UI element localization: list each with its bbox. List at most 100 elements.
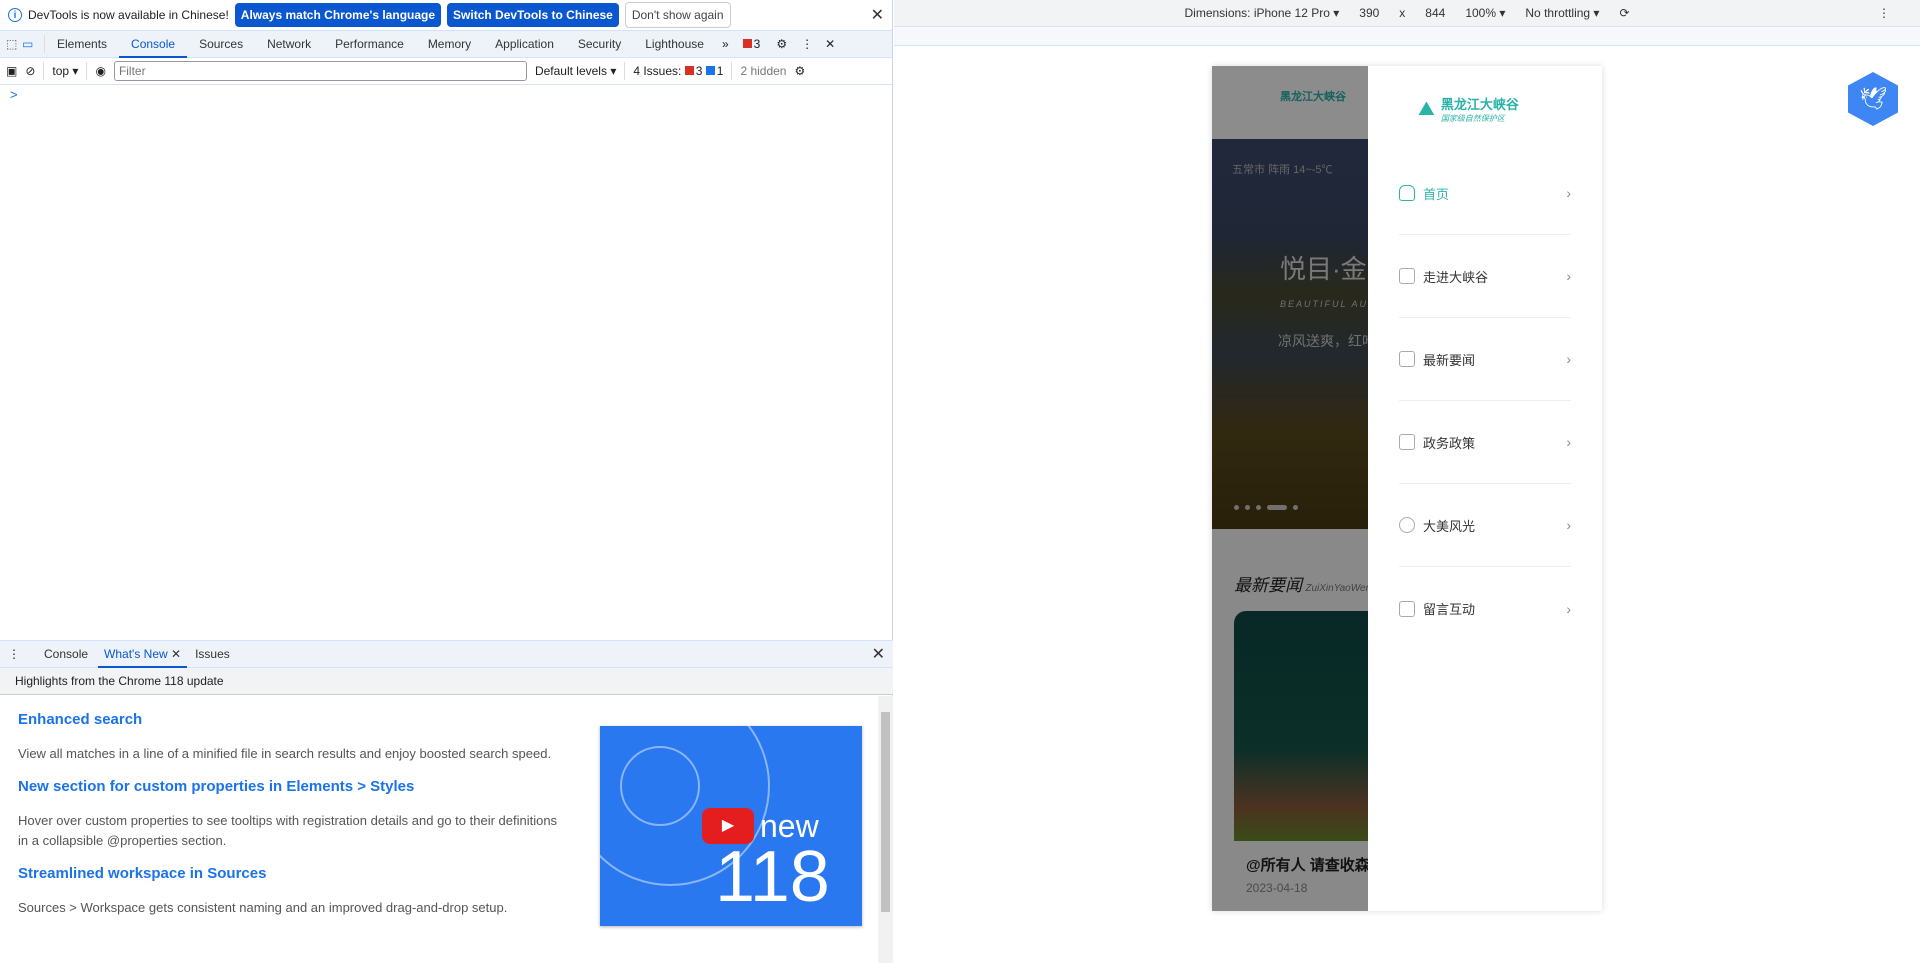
menu-label: 留言互动 xyxy=(1423,602,1476,617)
devtools-tabs: ⬚ ▭ Elements Console Sources Network Per… xyxy=(0,31,892,58)
menu-item-scenery[interactable]: 大美风光 › xyxy=(1399,484,1571,567)
video-thumbnail[interactable]: ▶ new 118 xyxy=(600,726,862,926)
bottom-drawer: ⋮ Console What's New ✕ Issues ✕ Highligh… xyxy=(0,640,893,963)
info-count: 1 xyxy=(716,64,724,78)
drawer-scrollbar[interactable] xyxy=(878,696,893,963)
device-more-icon[interactable]: ⋮ xyxy=(1878,6,1890,20)
width-input[interactable]: 390 xyxy=(1359,6,1379,20)
device-name: Dimensions: iPhone 12 Pro xyxy=(1184,6,1330,20)
always-match-button[interactable]: Always match Chrome's language xyxy=(234,3,442,27)
feature-title[interactable]: Streamlined workspace in Sources xyxy=(18,865,558,882)
inspect-icon[interactable]: ⬚ xyxy=(6,37,22,51)
divider xyxy=(624,62,626,80)
drawer-tab-whats-new[interactable]: What's New ✕ xyxy=(98,641,188,668)
menu-item-policy[interactable]: 政务政策 › xyxy=(1399,401,1571,484)
logo-subtitle: 国家级自然保护区 xyxy=(1440,114,1505,123)
tab-console[interactable]: Console xyxy=(119,31,188,58)
issues-label: 4 Issues: xyxy=(633,64,682,78)
tab-label: What's New xyxy=(104,646,168,661)
tab-network[interactable]: Network xyxy=(255,31,323,58)
feature-desc: Hover over custom properties to see tool… xyxy=(18,813,558,848)
tab-performance[interactable]: Performance xyxy=(323,31,416,58)
mountain-icon xyxy=(1399,268,1415,284)
issues-count: 3 xyxy=(753,37,761,51)
feature-desc: View all matches in a line of a minified… xyxy=(18,746,552,761)
dont-show-button[interactable]: Don't show again xyxy=(624,2,731,28)
info-icon: i xyxy=(8,8,22,22)
error-count: 3 xyxy=(695,64,703,78)
side-menu: ⛰ 黑龙江大峡谷 国家级自然保护区 首页 › 走进大峡谷 › 最新要闻 › 政务政策 › … xyxy=(1368,66,1602,911)
console-settings-icon[interactable]: ⚙ xyxy=(794,64,805,78)
menu-label: 首页 xyxy=(1423,186,1450,202)
levels-select[interactable]: Default levels ▾ xyxy=(535,64,616,78)
chevron-right-icon: › xyxy=(1566,517,1571,533)
close-drawer-icon[interactable]: ✕ xyxy=(872,644,885,664)
settings-icon[interactable]: ⚙ xyxy=(768,37,795,51)
clear-console-icon[interactable]: ⊘ xyxy=(25,64,35,78)
device-toggle-icon[interactable]: ▭ xyxy=(22,37,44,51)
eye-icon[interactable]: ◉ xyxy=(95,64,105,78)
tab-elements[interactable]: Elements xyxy=(45,31,119,58)
menu-item-message[interactable]: 留言互动 › xyxy=(1399,567,1571,650)
issues-button[interactable]: 4 Issues: 3 1 xyxy=(633,64,723,78)
feature-title[interactable]: Enhanced search xyxy=(18,711,558,728)
rotate-icon[interactable]: ⟳ xyxy=(1619,6,1629,20)
times-sign: x xyxy=(1399,6,1406,20)
drawer-tab-issues[interactable]: Issues xyxy=(187,641,238,668)
drawer-tabs: ⋮ Console What's New ✕ Issues ✕ xyxy=(0,641,893,668)
context-select[interactable]: top ▾ xyxy=(52,64,78,78)
throttle-select[interactable]: No throttling ▾ xyxy=(1525,6,1599,20)
menu-item-news[interactable]: 最新要闻 › xyxy=(1399,318,1571,401)
device-toolbar: Dimensions: iPhone 12 Pro ▾ 390 x 844 10… xyxy=(894,0,1920,26)
edit-icon xyxy=(1399,600,1415,617)
devtools-panel: i DevTools is now available in Chinese! … xyxy=(0,0,893,963)
issues-badge[interactable]: 3 xyxy=(735,37,769,51)
overlay-mask[interactable] xyxy=(1212,66,1368,911)
filter-input[interactable] xyxy=(113,61,527,81)
error-flag-icon xyxy=(742,39,752,48)
menu-label: 走进大峡谷 xyxy=(1423,269,1489,285)
mountain-logo-icon: ⛰ xyxy=(1418,97,1435,120)
tab-application[interactable]: Application xyxy=(483,31,566,58)
feature-title[interactable]: New section for custom properties in Ele… xyxy=(18,778,558,795)
drawer-menu-icon[interactable]: ⋮ xyxy=(8,647,34,661)
console-toolbar: ▣ ⊘ top ▾ ◉ Default levels ▾ 4 Issues: 3… xyxy=(0,58,892,85)
whats-new-subtitle: Highlights from the Chrome 118 update xyxy=(0,668,893,695)
sidebar-toggle-icon[interactable]: ▣ xyxy=(6,64,17,78)
device-screen: 黑龙江大峡谷 五常市 阵雨 14~-5℃ 悦目·金 BEAUTIFUL AUTU… xyxy=(1212,66,1602,911)
scroll-thumb[interactable] xyxy=(881,712,890,912)
feature-desc: Sources > Workspace gets consistent nami… xyxy=(18,900,508,915)
chevron-right-icon: › xyxy=(1566,185,1571,201)
book-icon xyxy=(1399,351,1415,367)
home-icon xyxy=(1399,185,1415,201)
tab-security[interactable]: Security xyxy=(566,31,633,58)
menu-item-about[interactable]: 走进大峡谷 › xyxy=(1399,235,1571,318)
tab-sources[interactable]: Sources xyxy=(187,31,255,58)
zoom-select[interactable]: 100% ▾ xyxy=(1465,6,1505,20)
more-tabs-icon[interactable]: » xyxy=(716,37,735,51)
error-flag-icon xyxy=(684,66,694,75)
height-input[interactable]: 844 xyxy=(1425,6,1445,20)
switch-chinese-button[interactable]: Switch DevTools to Chinese xyxy=(447,3,619,27)
menu-item-home[interactable]: 首页 › xyxy=(1399,152,1571,235)
throttle-value: No throttling xyxy=(1525,6,1591,20)
tab-lighthouse[interactable]: Lighthouse xyxy=(633,31,716,58)
zoom-value: 100% xyxy=(1465,6,1497,20)
app-logo-icon[interactable]: 🕊 xyxy=(1848,72,1898,126)
viewport-area: Dimensions: iPhone 12 Pro ▾ 390 x 844 10… xyxy=(894,0,1920,963)
close-tab-icon[interactable]: ✕ xyxy=(171,647,181,661)
chevron-right-icon: › xyxy=(1566,434,1571,450)
menu-label: 最新要闻 xyxy=(1423,352,1476,368)
info-flag-icon xyxy=(705,66,715,75)
levels-value: Default levels xyxy=(534,64,607,78)
menu-logo: ⛰ 黑龙江大峡谷 国家级自然保护区 xyxy=(1418,94,1519,124)
console-prompt[interactable]: > xyxy=(0,85,892,104)
more-menu-icon[interactable]: ⋮ xyxy=(795,37,819,51)
drawer-tab-console[interactable]: Console xyxy=(34,641,98,668)
chevron-right-icon: › xyxy=(1566,268,1571,284)
close-icon[interactable]: ✕ xyxy=(871,5,884,25)
tab-memory[interactable]: Memory xyxy=(416,31,483,58)
media-query-bar[interactable] xyxy=(894,26,1920,46)
device-select[interactable]: Dimensions: iPhone 12 Pro ▾ xyxy=(1184,6,1339,20)
close-devtools-icon[interactable]: ✕ xyxy=(819,37,841,51)
